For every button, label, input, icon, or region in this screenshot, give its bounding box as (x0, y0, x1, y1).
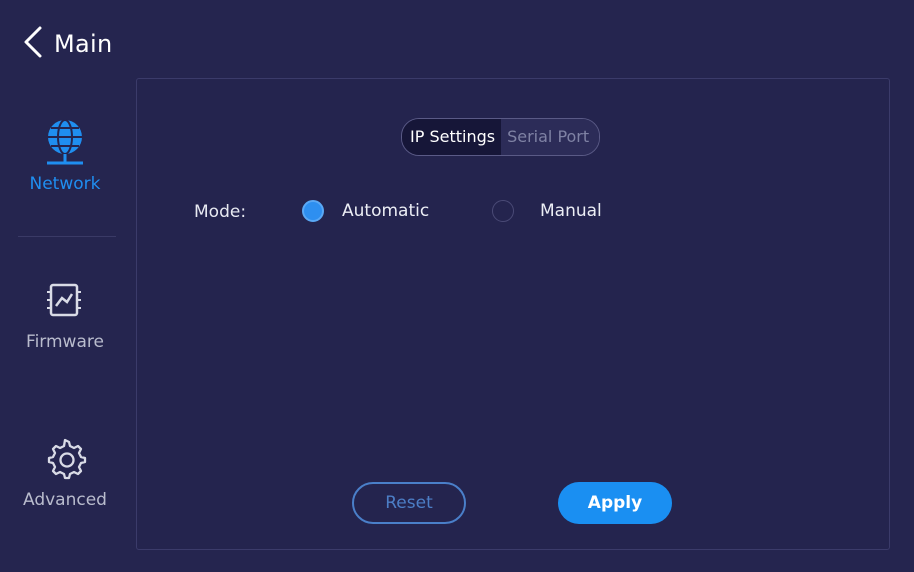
chevron-left-icon (22, 25, 44, 63)
back-button[interactable]: Main (22, 24, 113, 64)
sidebar-item-label: Advanced (23, 490, 107, 510)
sidebar-item-label: Network (29, 174, 101, 194)
back-label: Main (54, 30, 113, 58)
sidebar-item-network[interactable]: Network (0, 112, 130, 194)
radio-label: Manual (540, 201, 602, 221)
radio-unselected-indicator (492, 200, 514, 222)
tab-serial-port[interactable]: Serial Port (501, 119, 600, 155)
sidebar-item-firmware[interactable]: Firmware (0, 270, 130, 352)
tab-ip-settings[interactable]: IP Settings (402, 119, 502, 155)
apply-button[interactable]: Apply (558, 482, 672, 524)
radio-manual[interactable]: Manual (492, 200, 602, 222)
mode-label: Mode: (194, 202, 247, 222)
reset-button[interactable]: Reset (352, 482, 466, 524)
firmware-chip-icon (35, 270, 95, 330)
globe-network-icon (35, 112, 95, 172)
sidebar-divider (18, 236, 116, 237)
sidebar-item-advanced[interactable]: Advanced (0, 428, 130, 510)
screen: Main Network Firmware Advanced IP Settin… (0, 0, 914, 572)
gear-icon (35, 428, 95, 488)
radio-selected-indicator (302, 200, 324, 222)
radio-label: Automatic (342, 201, 430, 221)
radio-automatic[interactable]: Automatic (302, 200, 429, 222)
sidebar-item-label: Firmware (26, 332, 104, 352)
tab-bar: IP Settings Serial Port (401, 118, 601, 156)
